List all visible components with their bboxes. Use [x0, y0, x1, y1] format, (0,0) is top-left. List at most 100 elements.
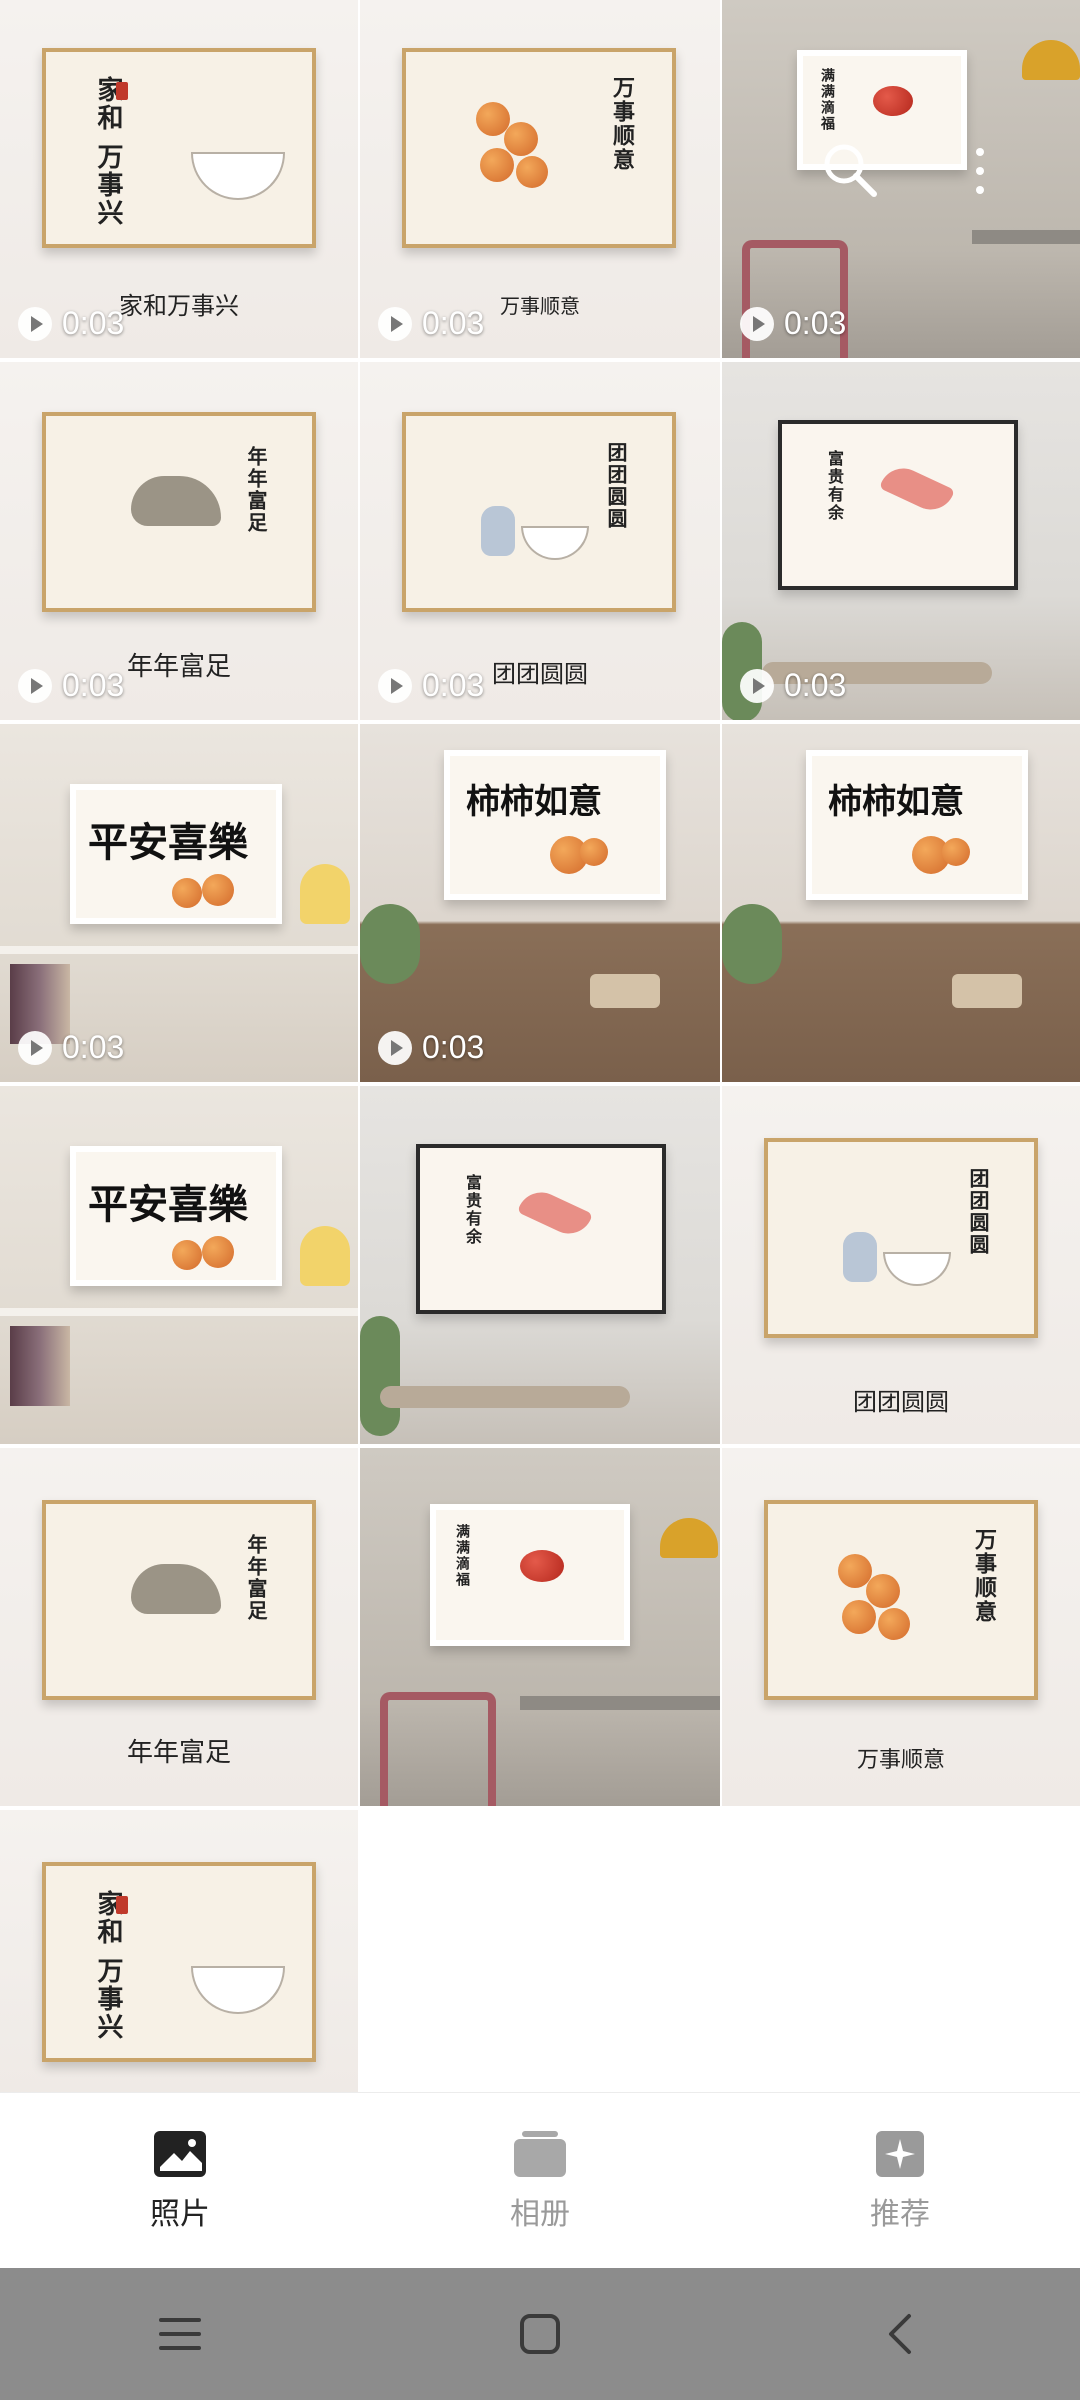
video-duration: 0:03 [18, 667, 124, 704]
duration-text: 0:03 [62, 667, 125, 703]
photo-tile[interactable]: 满满滴福 0:03 [722, 0, 1080, 358]
photo-tile[interactable]: 柿柿如意 0:03 [360, 724, 720, 1082]
photo-tile[interactable]: 团团圆圆 团团圆圆 [722, 1086, 1080, 1444]
persimmon-art [516, 156, 548, 188]
artwork-text: 年年富足 [244, 1534, 268, 1622]
bowl-art [521, 526, 589, 560]
artwork-text: 年年富足 [244, 446, 268, 534]
artwork-frame: 富贵有余 [778, 420, 1018, 590]
artwork-text: 柿柿如意 [828, 782, 964, 822]
duration-text: 0:03 [784, 305, 847, 341]
system-navigation-bar [0, 2268, 1080, 2400]
artwork-frame: 万事顺意 [764, 1500, 1038, 1700]
artwork-frame: 万事顺意 [402, 48, 676, 248]
artwork-text: 柿柿如意 [466, 782, 602, 822]
search-icon[interactable] [820, 140, 880, 200]
plant-art [722, 904, 782, 984]
shelf-art [0, 946, 358, 954]
album-icon [514, 2131, 566, 2177]
duration-text: 0:03 [62, 305, 125, 341]
play-icon [18, 1030, 52, 1065]
photo-tile[interactable]: 年年富足 年年富足 0:03 [0, 362, 358, 720]
turtle-art [131, 476, 221, 526]
more-vertical-icon[interactable] [970, 146, 990, 196]
persimmon-art [480, 148, 514, 182]
duration-text: 0:03 [784, 667, 847, 703]
radio-art [590, 974, 660, 1008]
koi-art [516, 1184, 594, 1242]
nav-item-recommend[interactable]: 推荐 [720, 2093, 1080, 2269]
artwork-frame: 家和 万事兴 [42, 1862, 316, 2062]
play-icon [18, 306, 52, 341]
home-button[interactable] [510, 2304, 570, 2364]
bottom-navigation: 照片 相册 推荐 [0, 2092, 1080, 2269]
photo-tile[interactable]: 满满滴福 [360, 1448, 720, 1806]
photo-tile[interactable]: 平安喜樂 0:03 [0, 724, 358, 1082]
radio-art [952, 974, 1022, 1008]
menu-icon [159, 2318, 201, 2350]
video-duration: 0:03 [378, 667, 484, 704]
play-icon [378, 1030, 412, 1065]
basket-art [873, 86, 913, 116]
video-duration: 0:03 [740, 305, 846, 342]
photo-tile[interactable]: 万事顺意 万事顺意 0:03 [360, 0, 720, 358]
vase-art [843, 1232, 877, 1282]
artwork-text: 富贵有余 [463, 1174, 482, 1246]
photo-tile[interactable]: 年年富足 年年富足 [0, 1448, 358, 1806]
photo-tile[interactable]: 团团圆圆 团团圆圆 0:03 [360, 362, 720, 720]
plant-art [360, 904, 420, 984]
menu-button[interactable] [150, 2304, 210, 2364]
video-duration: 0:03 [378, 305, 484, 342]
sparkle-icon [876, 2131, 924, 2177]
bowl-art [191, 1966, 285, 2014]
artwork-text: 满满滴福 [454, 1524, 470, 1588]
plant-art [360, 1316, 400, 1436]
duration-text: 0:03 [62, 1029, 125, 1065]
tile-caption: 团团圆圆 [853, 1389, 949, 1416]
artwork-text: 团团圆圆 [966, 1168, 990, 1256]
photo-tile[interactable]: 富贵有余 0:03 [722, 362, 1080, 720]
photo-icon [154, 2131, 206, 2177]
nav-label: 推荐 [870, 2198, 930, 2231]
artwork-frame: 柿柿如意 [444, 750, 666, 900]
video-duration: 0:03 [18, 1029, 124, 1066]
tile-caption: 年年富足 [126, 1737, 231, 1767]
persimmon-art [172, 1240, 202, 1270]
artwork-frame: 满满滴福 [430, 1504, 630, 1646]
artwork-text: 万事顺意 [971, 1528, 997, 1624]
lamp-art [300, 1226, 350, 1286]
persimmon-art [504, 122, 538, 156]
lamp-art [1022, 40, 1080, 80]
artwork-frame: 团团圆圆 [764, 1138, 1038, 1338]
photo-tile[interactable]: 柿柿如意 [722, 724, 1080, 1082]
persimmon-art [942, 838, 970, 866]
persimmon-art [202, 1236, 234, 1268]
photo-tile[interactable]: 家和 万事兴 [0, 1810, 358, 2096]
artwork-text: 平安喜樂 [88, 819, 248, 866]
photo-tile[interactable]: 家和 万事兴 家和万事兴 0:03 [0, 0, 358, 358]
bowl-art [191, 152, 285, 200]
artwork-text: 富贵有余 [825, 450, 844, 522]
back-button[interactable] [870, 2304, 930, 2364]
books-art [10, 1326, 70, 1406]
lamp-art [300, 864, 350, 924]
artwork-frame: 家和 万事兴 [42, 48, 316, 248]
video-duration: 0:03 [18, 305, 124, 342]
play-icon [740, 668, 774, 703]
nav-item-photos[interactable]: 照片 [0, 2093, 360, 2269]
artwork-text: 团团圆圆 [604, 442, 628, 530]
play-icon [740, 306, 774, 341]
persimmon-art [842, 1600, 876, 1634]
chair-art [380, 1692, 496, 1806]
duration-text: 0:03 [422, 667, 485, 703]
nav-item-albums[interactable]: 相册 [360, 2093, 720, 2269]
photo-tile[interactable]: 富贵有余 [360, 1086, 720, 1444]
artwork-frame: 富贵有余 [416, 1144, 666, 1314]
table-art [380, 1386, 630, 1408]
photo-tile[interactable]: 万事顺意 万事顺意 [722, 1448, 1080, 1806]
photo-tile[interactable]: 平安喜樂 [0, 1086, 358, 1444]
bowl-art [883, 1252, 951, 1286]
video-duration: 0:03 [378, 1029, 484, 1066]
play-icon [378, 668, 412, 703]
duration-text: 0:03 [422, 1029, 485, 1065]
